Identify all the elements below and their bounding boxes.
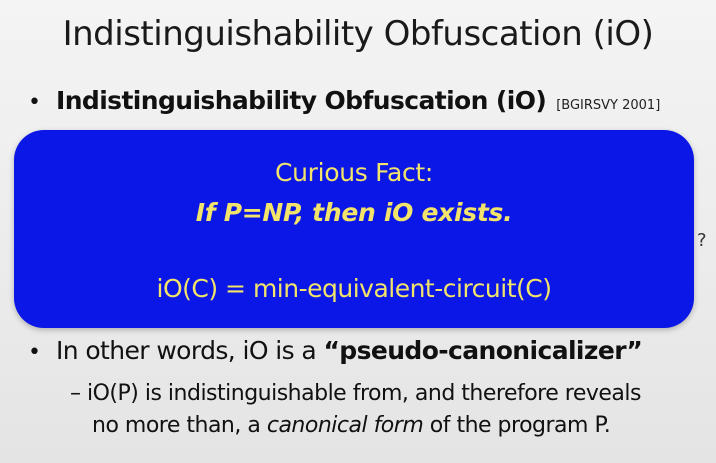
sub-bullet-line-2: no more than, a canonical form of the pr… [70,410,710,442]
pseudo-canonicalizer-term: “pseudo-canonicalizer” [323,336,643,365]
citation-reference: [BGIRSVY 2001] [556,98,661,113]
curious-fact-callout: Curious Fact: If P=NP, then iO exists. i… [14,130,694,328]
callout-heading: Curious Fact: [274,158,434,187]
bullet-iO-term: Indistinguishability Obfuscation (iO) [56,86,547,115]
sub-bullet-text-1: iO(P) is indistinguishable from, and the… [87,381,641,406]
callout-formula: iO(C) = min-equivalent-circuit(C) [156,274,552,303]
sub-bullet-text-2a: no more than, a [92,413,267,438]
sub-bullet-line-1: – iO(P) is indistinguishable from, and t… [70,378,710,410]
sub-bullet-text-2b: of the program P. [423,413,611,438]
slide-title: Indistinguishability Obfuscation (iO) [62,14,654,54]
bullet-text: In other words, iO is a [56,336,324,365]
bullet-marker: • [28,340,41,365]
canonical-form-term: canonical form [266,413,424,438]
bullet-iO-definition: • Indistinguishability Obfuscation (iO) … [28,86,660,115]
callout-claim: If P=NP, then iO exists. [195,198,513,227]
bullet-pseudo-canonicalizer: • In other words, iO is a “pseudo-canoni… [28,336,643,365]
sub-bullet-dash: – [70,381,81,406]
partially-hidden-glyph: ? [697,230,707,251]
bullet-marker: • [28,90,41,115]
sub-bullet-explanation: – iO(P) is indistinguishable from, and t… [70,378,710,442]
